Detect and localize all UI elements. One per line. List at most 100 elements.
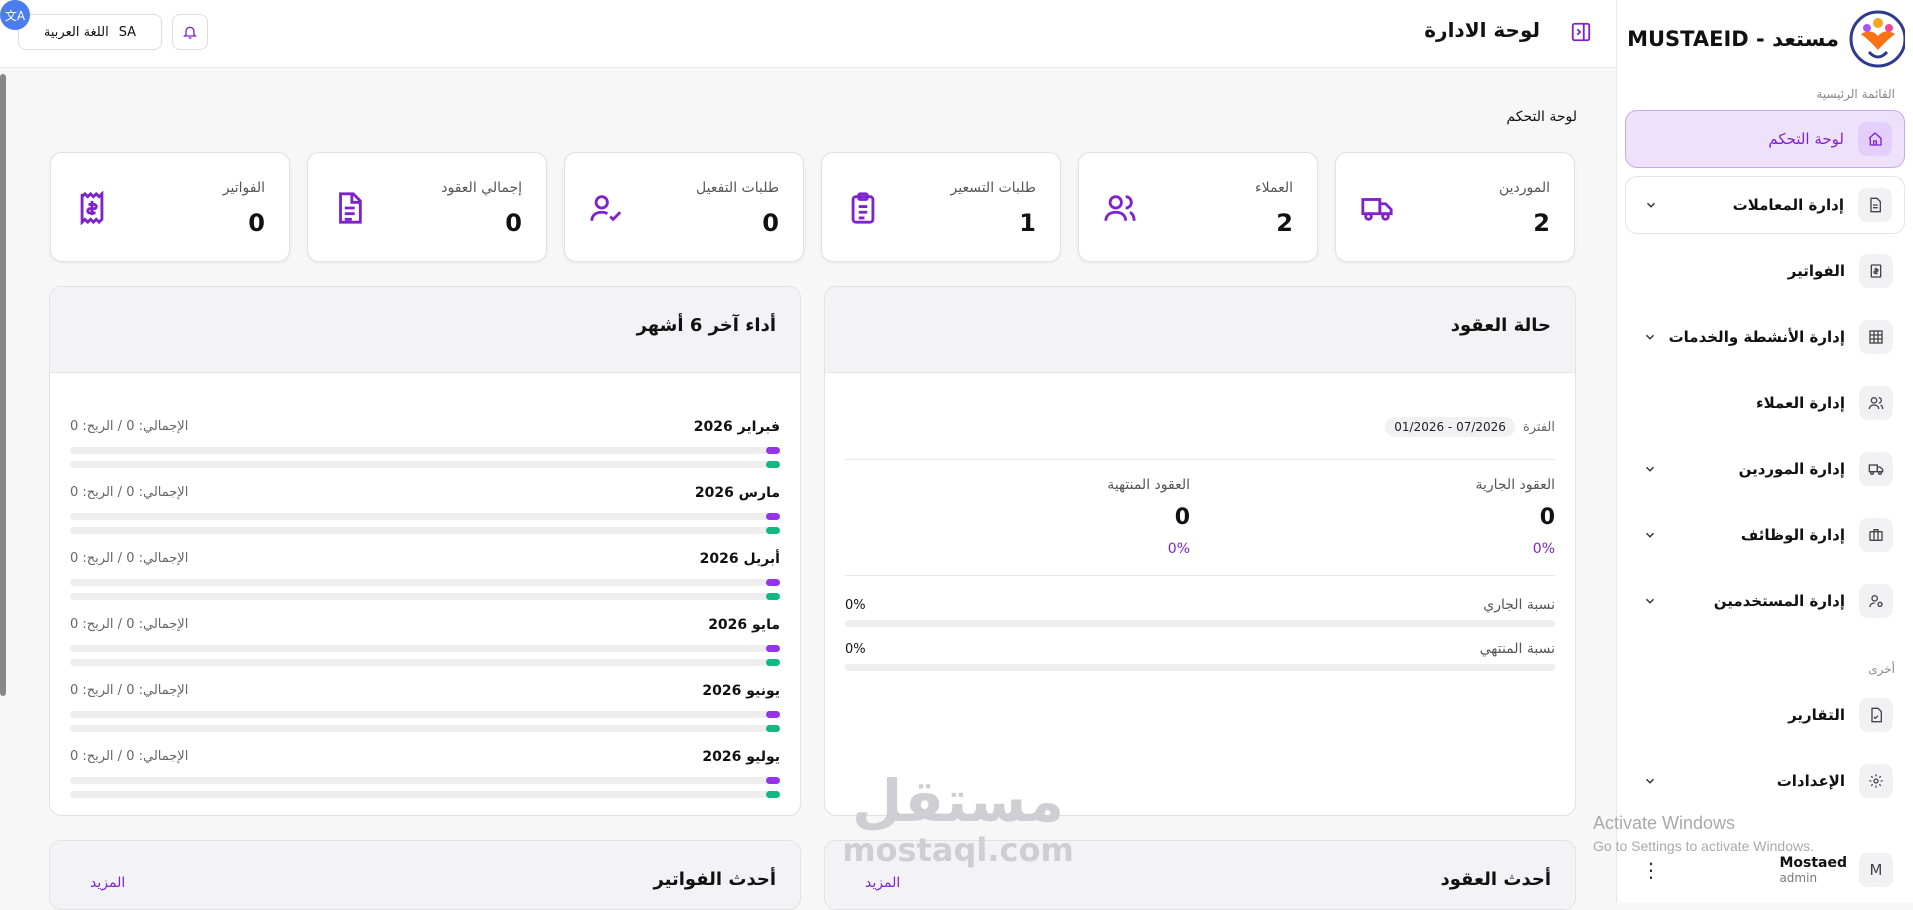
ended-contracts-percent: 0%	[1167, 541, 1190, 557]
month-meta: الإجمالي: 0 / الربح: 0	[70, 683, 189, 698]
sidebar-item-label: لوحة التحكم	[1768, 130, 1844, 148]
top-bar: لوحة الادارة اللغة العربية SA	[0, 0, 1616, 68]
ended-contracts-label: العقود المنتهية	[1107, 477, 1190, 493]
users-icon	[1859, 386, 1893, 420]
month-meta: الإجمالي: 0 / الربح: 0	[70, 419, 189, 434]
month-meta: الإجمالي: 0 / الربح: 0	[70, 749, 189, 764]
profit-bar-fill	[766, 527, 780, 534]
total-bar-fill	[766, 645, 780, 652]
panel-title: حالة العقود	[1450, 315, 1551, 336]
ended-ratio-bar	[845, 664, 1555, 671]
chevron-down-icon[interactable]	[1641, 328, 1659, 346]
sidebar-item-settings[interactable]: الإعدادات	[1625, 752, 1905, 810]
home-icon	[1858, 122, 1892, 156]
clipboard-list-icon	[851, 192, 875, 224]
ended-contracts-value: 0	[1174, 505, 1190, 530]
brand-logo-icon	[1849, 10, 1905, 68]
ended-ratio-value: 0%	[845, 642, 866, 657]
total-bar-fill	[766, 777, 780, 784]
sidebar-item-suppliers[interactable]: إدارة الموردين	[1625, 440, 1905, 498]
sidebar-item-jobs[interactable]: إدارة الوظائف	[1625, 506, 1905, 564]
stat-label: طلبات التسعير	[950, 180, 1036, 196]
profit-bar-fill	[766, 725, 780, 732]
translate-icon[interactable]: 文A	[0, 0, 30, 30]
notifications-button[interactable]	[172, 14, 208, 50]
current-contracts-value: 0	[1539, 505, 1555, 530]
stat-card-clients[interactable]: العملاء 2	[1078, 152, 1318, 262]
month-row: فبراير 2026 الإجمالي: 0 / الربح: 0	[70, 419, 780, 471]
more-vertical-icon[interactable]: ⋮	[1641, 858, 1661, 882]
month-name: يوليو 2026	[702, 749, 780, 765]
latest-invoices-panel: أحدث الفواتير المزيد	[49, 840, 801, 910]
month-meta: الإجمالي: 0 / الربح: 0	[70, 617, 189, 632]
more-link[interactable]: المزيد	[865, 875, 900, 891]
contracts-status-panel: حالة العقود الفترة 01/2026 - 07/2026 الع…	[824, 286, 1576, 816]
chevron-down-icon[interactable]	[1641, 526, 1659, 544]
chevron-down-icon[interactable]	[1641, 592, 1659, 610]
sidebar-item-label: إدارة العملاء	[1755, 394, 1845, 412]
windows-activation-notice: Activate Windows Go to Settings to activ…	[1593, 813, 1814, 854]
stat-card-quote-requests[interactable]: طلبات التسعير 1	[821, 152, 1061, 262]
total-bar-fill	[766, 447, 780, 454]
sidebar-item-users[interactable]: إدارة المستخدمين	[1625, 572, 1905, 630]
profit-bar-fill	[766, 461, 780, 468]
panel-title: أحدث العقود	[1440, 869, 1551, 890]
sidebar-item-invoices[interactable]: الفواتير	[1625, 242, 1905, 300]
brand[interactable]: مستعد - MUSTAEID	[1627, 4, 1905, 74]
sidebar-item-label: التقارير	[1788, 706, 1845, 724]
stat-value: 2	[1533, 209, 1550, 237]
sidebar-item-label: إدارة المستخدمين	[1713, 592, 1845, 610]
total-bar	[70, 579, 780, 586]
stat-value: 0	[762, 209, 779, 237]
total-bar-fill	[766, 513, 780, 520]
profit-bar	[70, 593, 780, 600]
stat-value: 0	[248, 209, 265, 237]
report-icon	[1859, 698, 1893, 732]
sidebar-item-transactions[interactable]: إدارة المعاملات	[1625, 176, 1905, 234]
file-text-icon	[339, 192, 362, 224]
month-name: فبراير 2026	[693, 419, 780, 435]
stat-card-activation-requests[interactable]: طلبات التفعيل 0	[564, 152, 804, 262]
chevron-down-icon[interactable]	[1641, 772, 1659, 790]
stat-card-total-contracts[interactable]: إجمالي العقود 0	[307, 152, 547, 262]
month-name: يونيو 2026	[702, 683, 780, 699]
receipt-icon	[80, 191, 104, 225]
bell-icon	[183, 26, 197, 39]
total-bar	[70, 645, 780, 652]
briefcase-icon	[1859, 518, 1893, 552]
truck-icon	[1361, 198, 1393, 221]
chevron-down-icon[interactable]	[1642, 196, 1660, 214]
stat-value: 1	[1019, 209, 1036, 237]
month-name: أبريل 2026	[699, 551, 780, 567]
month-meta: الإجمالي: 0 / الربح: 0	[70, 485, 189, 500]
language-selector[interactable]: اللغة العربية SA	[18, 14, 162, 50]
page-title: لوحة الادارة	[1424, 18, 1540, 42]
stat-card-suppliers[interactable]: الموردين 2	[1335, 152, 1575, 262]
watermark: مستقل mostaql.com	[838, 768, 1078, 866]
grid-icon	[1859, 320, 1893, 354]
sidebar-item-clients[interactable]: إدارة العملاء	[1625, 374, 1905, 432]
profit-bar-fill	[766, 791, 780, 798]
stat-label: إجمالي العقود	[441, 180, 522, 196]
user-check-icon	[590, 195, 622, 222]
current-ratio-value: 0%	[845, 598, 866, 613]
total-bar	[70, 777, 780, 784]
sidebar-toggle-icon[interactable]	[1570, 21, 1592, 43]
sidebar-item-activities[interactable]: إدارة الأنشطة والخدمات	[1625, 308, 1905, 366]
sidebar-item-reports[interactable]: التقارير	[1625, 686, 1905, 744]
stat-card-invoices[interactable]: الفواتير 0	[50, 152, 290, 262]
user-settings-icon	[1859, 584, 1893, 618]
performance-panel: أداء آخر 6 أشهر فبراير 2026 الإجمالي: 0 …	[49, 286, 801, 816]
chevron-down-icon[interactable]	[1641, 460, 1659, 478]
scrollbar[interactable]	[0, 74, 6, 696]
stat-value: 2	[1276, 209, 1293, 237]
total-bar	[70, 513, 780, 520]
month-row: مارس 2026 الإجمالي: 0 / الربح: 0	[70, 485, 780, 537]
panel-header: أحدث الفواتير المزيد	[50, 841, 800, 909]
stat-label: طلبات التفعيل	[696, 180, 779, 196]
total-bar	[70, 447, 780, 454]
period-chip[interactable]: 01/2026 - 07/2026	[1385, 417, 1515, 437]
profit-bar	[70, 791, 780, 798]
more-link[interactable]: المزيد	[90, 875, 125, 891]
sidebar-item-dashboard[interactable]: لوحة التحكم	[1625, 110, 1905, 168]
